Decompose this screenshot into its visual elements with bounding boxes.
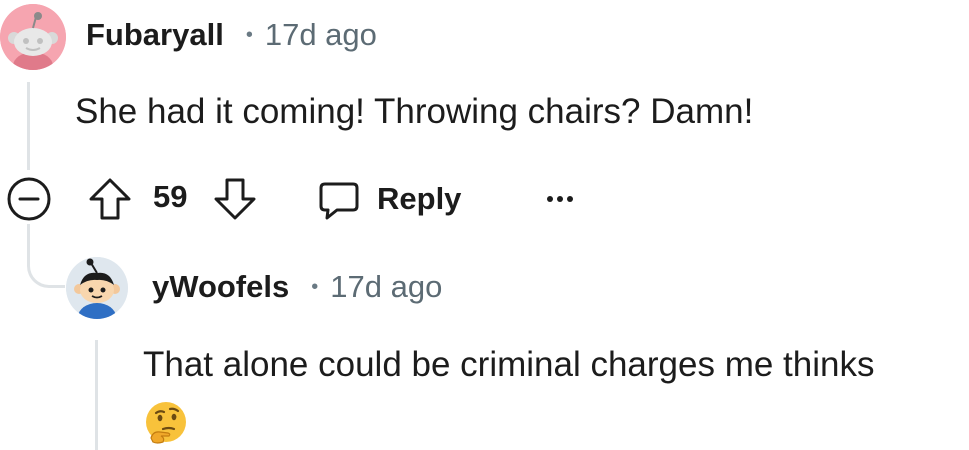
reply-avatar[interactable]: [66, 257, 128, 319]
meta-separator: •: [311, 275, 319, 298]
thinking-face-icon: [143, 400, 189, 446]
reply-username[interactable]: yWoofels: [152, 269, 289, 305]
more-options-button[interactable]: [535, 174, 585, 224]
reply-thread-line[interactable]: [95, 340, 98, 450]
snoo-avatar-icon: [66, 257, 128, 319]
chat-bubble-icon: [319, 182, 359, 220]
thread-connector[interactable]: [27, 230, 65, 288]
comment-timestamp[interactable]: 17d ago: [265, 17, 377, 53]
reply-button[interactable]: Reply: [315, 174, 461, 224]
downvote-button[interactable]: [210, 174, 260, 224]
ellipsis-icon: [547, 196, 573, 202]
snoo-avatar-icon: [0, 4, 66, 70]
vote-count: 59: [153, 179, 188, 214]
comment-body: She had it coming! Throwing chairs? Damn…: [75, 92, 754, 131]
arrow-down-icon: [214, 178, 256, 220]
avatar[interactable]: [0, 4, 66, 70]
reply-meta: yWoofels • 17d ago: [152, 266, 442, 308]
comment-thread: Fubaryall • 17d ago She had it coming! T…: [0, 0, 969, 450]
reply-timestamp[interactable]: 17d ago: [330, 269, 442, 305]
reply-body: That alone could be criminal charges me …: [143, 345, 875, 384]
thread-line[interactable]: [27, 82, 30, 170]
comment-username[interactable]: Fubaryall: [86, 17, 224, 53]
reply-label: Reply: [377, 181, 462, 216]
meta-separator: •: [245, 23, 253, 46]
collapse-minus-icon: [7, 177, 51, 221]
collapse-button[interactable]: [6, 176, 52, 222]
comment-meta: Fubaryall • 17d ago: [86, 14, 377, 56]
comment-action-bar: 59 Reply: [0, 170, 700, 228]
upvote-button[interactable]: [85, 174, 135, 224]
arrow-up-icon: [89, 178, 131, 220]
